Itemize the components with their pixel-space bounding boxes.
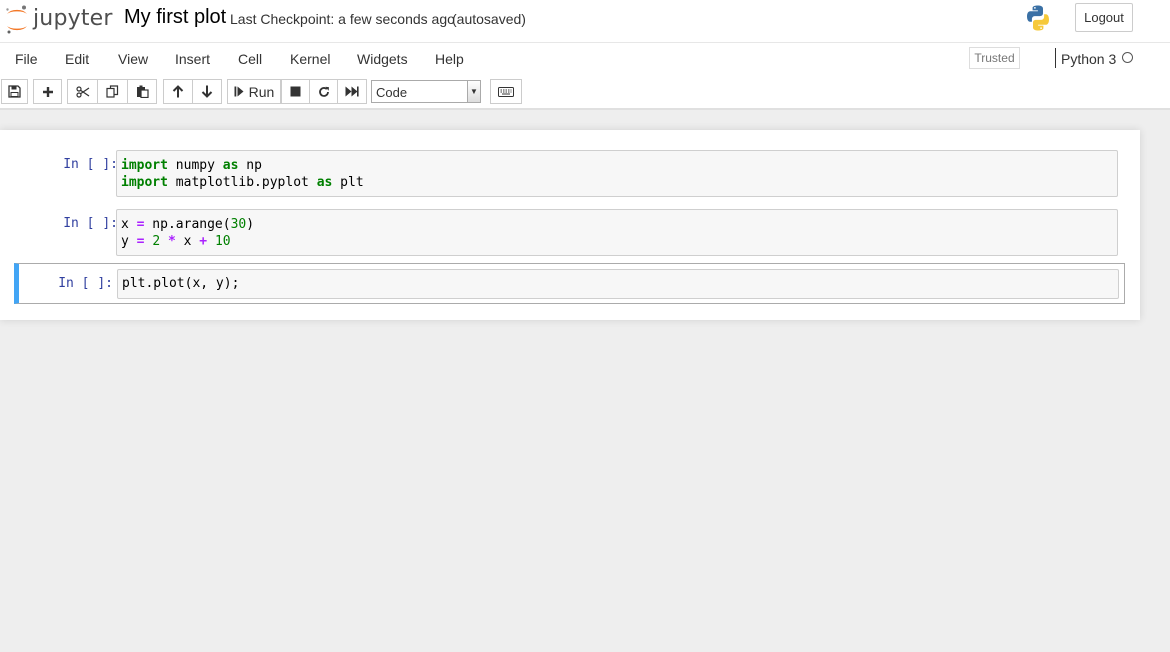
autosave-status: (autosaved) bbox=[452, 11, 526, 27]
code-token: 2 bbox=[152, 234, 161, 249]
insert-cell-button[interactable] bbox=[33, 79, 62, 104]
cut-button[interactable] bbox=[67, 79, 98, 104]
keyboard-icon bbox=[498, 86, 514, 97]
header: jupyter My first plot Last Checkpoint: a… bbox=[0, 0, 1170, 110]
jupyter-logo-icon bbox=[6, 5, 27, 34]
menu-cell[interactable]: Cell bbox=[238, 51, 262, 67]
chevron-down-icon: ▼ bbox=[467, 81, 480, 102]
header-shadow bbox=[0, 108, 1170, 110]
code-token: + bbox=[199, 234, 208, 249]
code-token: plt.plot(x, y); bbox=[122, 276, 240, 291]
notebook-title[interactable]: My first plot bbox=[124, 6, 226, 29]
step-forward-icon bbox=[234, 86, 244, 97]
code-cell[interactable]: In [ ]: x = np.arange(30) y = 2 * x + 10 bbox=[14, 209, 1125, 257]
plus-icon bbox=[42, 86, 53, 97]
code-token: np.arange( bbox=[144, 217, 231, 232]
code-line: import numpy as np bbox=[121, 157, 1113, 174]
logout-button[interactable]: Logout bbox=[1075, 3, 1133, 32]
code-cell[interactable]: In [ ]: import numpy as np import matplot… bbox=[14, 150, 1125, 198]
code-line: import matplotlib.pyplot as plt bbox=[121, 174, 1113, 191]
menu-file[interactable]: File bbox=[15, 51, 38, 67]
checkpoint-status: Last Checkpoint: a few seconds ago bbox=[230, 11, 455, 27]
interrupt-kernel-button[interactable] bbox=[281, 79, 310, 104]
kernel-name: Python 3 bbox=[1061, 51, 1117, 67]
paste-icon bbox=[136, 85, 149, 98]
code-input[interactable]: import numpy as np import matplotlib.pypl… bbox=[116, 150, 1118, 197]
stop-icon bbox=[290, 86, 301, 97]
command-palette-button[interactable] bbox=[490, 79, 522, 104]
code-line: y = 2 * x + 10 bbox=[121, 233, 1113, 250]
copy-button[interactable] bbox=[97, 79, 128, 104]
code-token: x bbox=[121, 217, 137, 232]
menu-view[interactable]: View bbox=[118, 51, 148, 67]
code-token: y bbox=[121, 234, 137, 249]
trusted-badge[interactable]: Trusted bbox=[969, 47, 1020, 69]
code-token: numpy bbox=[167, 158, 223, 173]
restart-kernel-button[interactable] bbox=[309, 79, 338, 104]
toolbar: Run Code ▼ bbox=[0, 79, 1170, 106]
python-logo-icon bbox=[1024, 4, 1052, 32]
restart-run-all-button[interactable] bbox=[337, 79, 367, 104]
notebook-container: In [ ]: import numpy as np import matplot… bbox=[0, 130, 1140, 320]
code-token: ) bbox=[246, 217, 255, 232]
fast-forward-icon bbox=[345, 86, 359, 97]
code-input[interactable]: plt.plot(x, y); bbox=[117, 269, 1119, 299]
paste-button[interactable] bbox=[127, 79, 157, 104]
scissors-icon bbox=[75, 85, 89, 98]
copy-icon bbox=[106, 85, 119, 98]
run-button[interactable]: Run bbox=[227, 79, 281, 104]
arrow-down-icon bbox=[201, 85, 213, 98]
menu-insert[interactable]: Insert bbox=[175, 51, 210, 67]
code-line: x = np.arange(30) bbox=[121, 216, 1113, 233]
code-token: x bbox=[175, 234, 200, 249]
move-up-button[interactable] bbox=[163, 79, 193, 104]
arrow-up-icon bbox=[172, 85, 184, 98]
input-prompt: In [ ]: bbox=[63, 157, 118, 172]
code-token: import bbox=[121, 175, 168, 190]
cell-type-value: Code bbox=[376, 85, 408, 100]
refresh-icon bbox=[318, 86, 329, 97]
code-token: np bbox=[238, 158, 262, 173]
code-token: 30 bbox=[230, 217, 247, 232]
menu-kernel[interactable]: Kernel bbox=[290, 51, 330, 67]
code-token: as bbox=[316, 175, 333, 190]
code-token: import bbox=[121, 158, 168, 173]
code-token: * bbox=[167, 234, 176, 249]
code-token: plt bbox=[332, 175, 364, 190]
kernel-idle-indicator-icon bbox=[1122, 52, 1133, 63]
jupyter-logo[interactable]: jupyter bbox=[4, 4, 112, 36]
code-line: plt.plot(x, y); bbox=[122, 275, 1114, 292]
code-token: as bbox=[222, 158, 239, 173]
code-cell-selected[interactable]: In [ ]: plt.plot(x, y); bbox=[14, 263, 1125, 304]
menu-help[interactable]: Help bbox=[435, 51, 464, 67]
save-icon bbox=[8, 85, 21, 98]
move-down-button[interactable] bbox=[192, 79, 222, 104]
input-prompt: In [ ]: bbox=[63, 216, 118, 231]
cell-type-select[interactable]: Code ▼ bbox=[371, 80, 481, 103]
save-button[interactable] bbox=[1, 79, 28, 104]
code-token: 10 bbox=[214, 234, 231, 249]
jupyter-logo-text: jupyter bbox=[33, 6, 113, 31]
input-prompt: In [ ]: bbox=[58, 276, 113, 291]
kernel-separator bbox=[1055, 48, 1056, 68]
run-button-label: Run bbox=[248, 83, 275, 100]
code-token: matplotlib.pyplot bbox=[167, 175, 317, 190]
menu-edit[interactable]: Edit bbox=[65, 51, 89, 67]
menu-widgets[interactable]: Widgets bbox=[357, 51, 408, 67]
top-bar: jupyter My first plot Last Checkpoint: a… bbox=[0, 0, 1170, 42]
code-input[interactable]: x = np.arange(30) y = 2 * x + 10 bbox=[116, 209, 1118, 256]
